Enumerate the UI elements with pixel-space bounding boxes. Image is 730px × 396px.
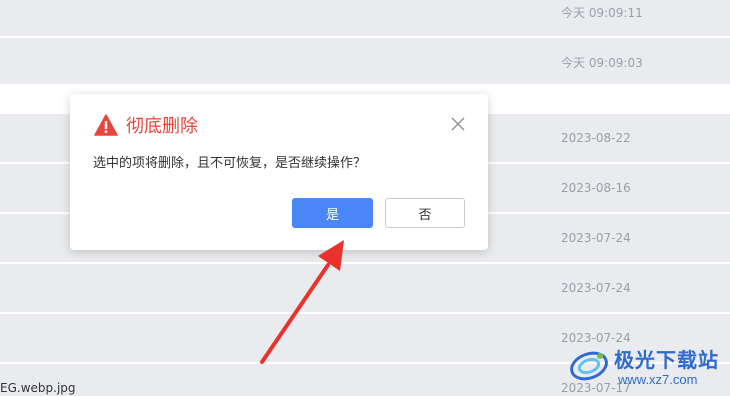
row-date: 2023-07-24 bbox=[561, 281, 631, 295]
warning-triangle-icon bbox=[94, 114, 118, 136]
watermark-logo: 极光下载站 www.xz7.com bbox=[566, 340, 730, 396]
delete-dialog: 彻底删除 选中的项将删除，且不可恢复，是否继续操作？ 是 否 bbox=[70, 94, 488, 250]
close-icon[interactable] bbox=[450, 116, 466, 132]
file-name: EG.webp.jpg bbox=[0, 381, 76, 395]
row-date: 2023-07-24 bbox=[561, 231, 631, 245]
list-row[interactable]: 今天 09:09:11 bbox=[0, 0, 730, 36]
watermark-name: 极光下载站 bbox=[614, 348, 719, 372]
dialog-header: 彻底删除 bbox=[94, 112, 198, 138]
dialog-title: 彻底删除 bbox=[126, 116, 198, 137]
row-date: 2023-08-22 bbox=[561, 131, 631, 145]
list-row[interactable]: 今天 09:09:03 bbox=[0, 38, 730, 84]
row-date: 今天 09:09:11 bbox=[561, 6, 643, 20]
watermark-url: www.xz7.com bbox=[618, 372, 698, 387]
dialog-message: 选中的项将删除，且不可恢复，是否继续操作？ bbox=[93, 156, 367, 171]
cancel-button[interactable]: 否 bbox=[385, 198, 465, 228]
list-row[interactable]: 2023-07-24 bbox=[0, 264, 730, 312]
confirm-button[interactable]: 是 bbox=[292, 198, 373, 228]
watermark-swirl-icon bbox=[570, 351, 608, 381]
row-date: 2023-08-16 bbox=[561, 181, 631, 195]
row-date: 今天 09:09:03 bbox=[561, 56, 643, 70]
